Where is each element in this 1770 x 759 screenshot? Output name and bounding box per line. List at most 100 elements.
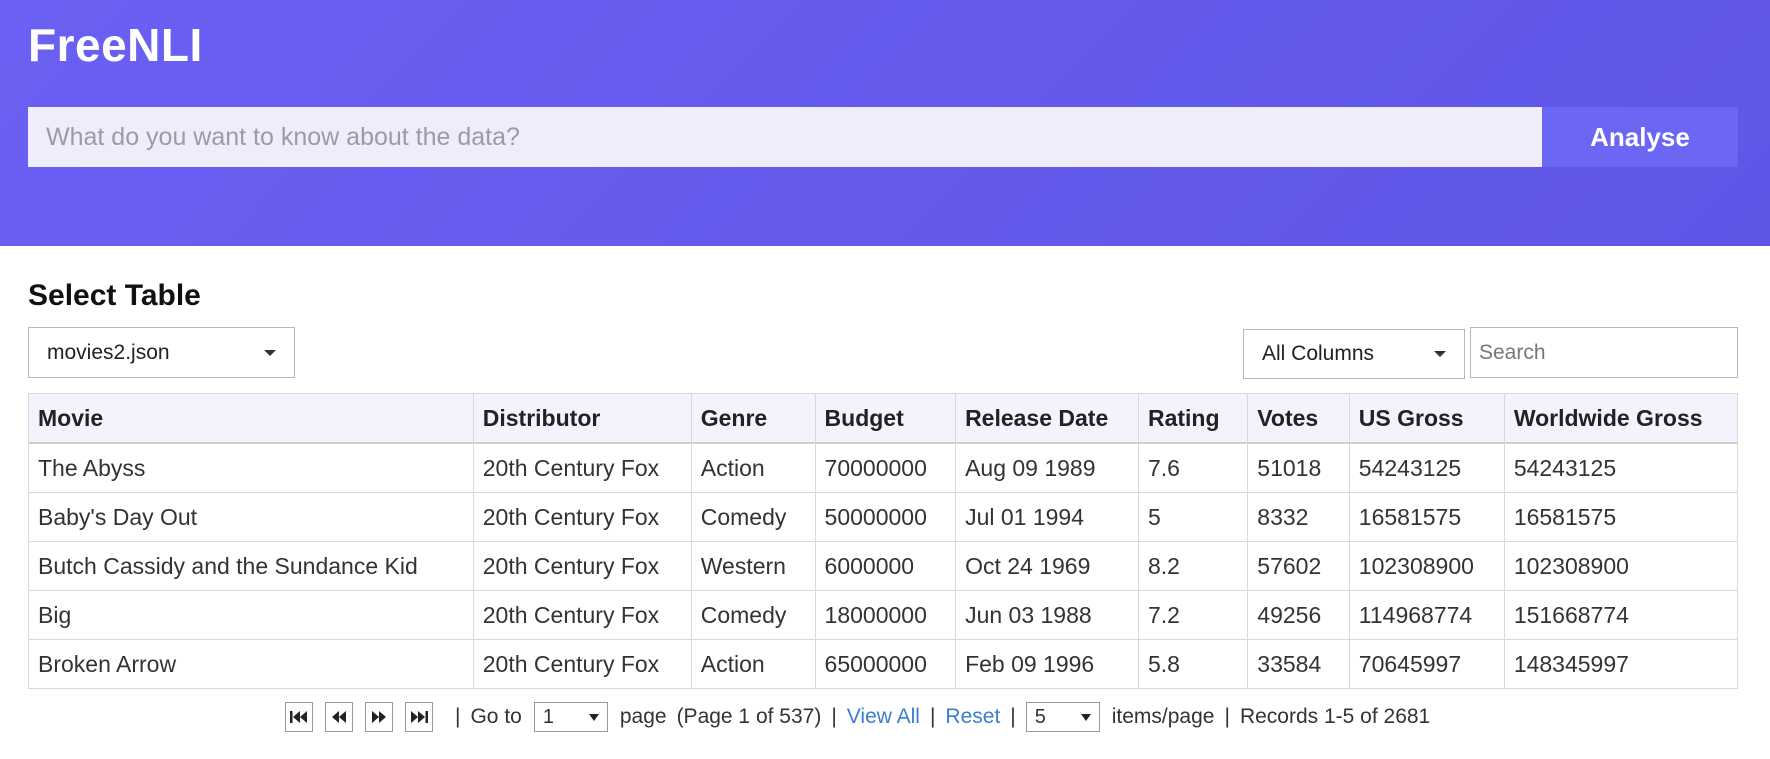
app-header: FreeNLI Analyse bbox=[0, 0, 1770, 246]
table-cell: Action bbox=[690, 442, 816, 493]
table-cell: 70000000 bbox=[814, 442, 957, 493]
separator: | bbox=[929, 705, 936, 728]
page-select[interactable]: 1 bbox=[533, 702, 608, 732]
items-label: items/page bbox=[1111, 705, 1215, 728]
table-cell: 70645997 bbox=[1348, 639, 1505, 689]
table-cell: 65000000 bbox=[814, 639, 957, 689]
table-cell: 50000000 bbox=[814, 492, 957, 542]
view-all-link[interactable]: View All bbox=[847, 705, 920, 729]
table-cell: 8332 bbox=[1247, 492, 1350, 542]
column-header[interactable]: Votes bbox=[1247, 393, 1350, 444]
table-cell: 16581575 bbox=[1503, 492, 1739, 542]
table-cell: 54243125 bbox=[1503, 442, 1739, 493]
app-title: FreeNLI bbox=[28, 19, 203, 71]
items-per-page-select[interactable]: 5 bbox=[1025, 702, 1100, 732]
pagination-bar: | Go to 1 page (Page 1 of 537) | View Al… bbox=[285, 700, 1430, 734]
column-header[interactable]: Release Date bbox=[955, 393, 1139, 444]
page-info: (Page 1 of 537) bbox=[676, 705, 822, 728]
column-header[interactable]: Genre bbox=[690, 393, 816, 444]
column-filter-select[interactable]: All Columns bbox=[1243, 329, 1465, 379]
table-cell: 5 bbox=[1137, 492, 1249, 542]
table-cell: 20th Century Fox bbox=[472, 639, 692, 689]
chevron-down-icon bbox=[588, 714, 599, 721]
column-header[interactable]: Rating bbox=[1137, 393, 1249, 444]
table-cell: Aug 09 1989 bbox=[955, 442, 1139, 493]
table-header-row: Movie Distributor Genre Budget Release D… bbox=[28, 393, 1739, 444]
search-input[interactable] bbox=[1470, 327, 1738, 378]
table-select-value: movies2.json bbox=[47, 340, 170, 364]
last-page-icon bbox=[411, 711, 428, 723]
separator: | bbox=[455, 705, 461, 728]
items-per-page-value: 5 bbox=[1034, 705, 1046, 728]
page-select-value: 1 bbox=[542, 705, 554, 728]
table-cell: 102308900 bbox=[1503, 541, 1739, 591]
records-info: Records 1-5 of 2681 bbox=[1239, 705, 1431, 728]
table-cell: 114968774 bbox=[1348, 590, 1505, 640]
next-page-button[interactable] bbox=[365, 702, 393, 732]
previous-page-button[interactable] bbox=[325, 702, 353, 732]
chevron-down-icon bbox=[264, 349, 276, 356]
separator: | bbox=[1010, 705, 1016, 728]
table-cell: Comedy bbox=[690, 492, 816, 542]
reset-link[interactable]: Reset bbox=[945, 705, 1000, 729]
table-cell: 8.2 bbox=[1137, 541, 1249, 591]
table-cell: Oct 24 1969 bbox=[955, 541, 1139, 591]
table-cell: Action bbox=[690, 639, 816, 689]
table-cell: Baby's Day Out bbox=[28, 492, 474, 542]
table-cell: 51018 bbox=[1247, 442, 1350, 493]
table-row: Butch Cassidy and the Sundance Kid 20th … bbox=[28, 541, 1739, 591]
table-cell: Jun 03 1988 bbox=[955, 590, 1139, 640]
table-cell: Feb 09 1996 bbox=[955, 639, 1139, 689]
first-page-button[interactable] bbox=[285, 702, 313, 732]
table-cell: 148345997 bbox=[1503, 639, 1739, 689]
column-filter-value: All Columns bbox=[1262, 342, 1375, 365]
next-page-icon bbox=[372, 711, 386, 723]
table-cell: Broken Arrow bbox=[28, 639, 474, 689]
table-cell: 151668774 bbox=[1503, 590, 1739, 640]
table-row: Big 20th Century Fox Comedy 18000000 Jun… bbox=[28, 590, 1739, 640]
table-cell: 49256 bbox=[1247, 590, 1350, 640]
first-page-icon bbox=[290, 711, 307, 723]
table-cell: Jul 01 1994 bbox=[955, 492, 1139, 542]
analyse-button[interactable]: Analyse bbox=[1542, 107, 1738, 167]
column-header[interactable]: Distributor bbox=[472, 393, 692, 444]
table-row: Baby's Day Out 20th Century Fox Comedy 5… bbox=[28, 492, 1739, 542]
table-cell: 18000000 bbox=[814, 590, 957, 640]
table-select[interactable]: movies2.json bbox=[28, 327, 295, 378]
table-cell: 20th Century Fox bbox=[472, 541, 692, 591]
last-page-button[interactable] bbox=[405, 702, 433, 732]
table-cell: 5.8 bbox=[1137, 639, 1249, 689]
table-cell: Big bbox=[28, 590, 474, 640]
table-cell: Butch Cassidy and the Sundance Kid bbox=[28, 541, 474, 591]
column-header[interactable]: Worldwide Gross bbox=[1503, 393, 1739, 444]
column-header[interactable]: Movie bbox=[28, 393, 474, 444]
data-table: Movie Distributor Genre Budget Release D… bbox=[28, 393, 1739, 689]
previous-page-icon bbox=[332, 711, 346, 723]
column-header[interactable]: US Gross bbox=[1348, 393, 1505, 444]
table-cell: 102308900 bbox=[1348, 541, 1505, 591]
table-cell: 20th Century Fox bbox=[472, 590, 692, 640]
table-cell: 20th Century Fox bbox=[472, 442, 692, 493]
table-cell: 20th Century Fox bbox=[472, 492, 692, 542]
table-cell: 7.6 bbox=[1137, 442, 1249, 493]
goto-label: Go to bbox=[470, 705, 522, 728]
table-cell: Western bbox=[690, 541, 816, 591]
separator: | bbox=[1224, 705, 1230, 728]
table-cell: 54243125 bbox=[1348, 442, 1505, 493]
table-row: The Abyss 20th Century Fox Action 700000… bbox=[28, 442, 1739, 493]
table-cell: 16581575 bbox=[1348, 492, 1505, 542]
table-cell: The Abyss bbox=[28, 442, 474, 493]
chevron-down-icon bbox=[1434, 351, 1446, 357]
table-cell: 57602 bbox=[1247, 541, 1350, 591]
separator: | bbox=[831, 705, 837, 728]
section-title: Select Table bbox=[28, 279, 201, 312]
table-cell: 6000000 bbox=[814, 541, 957, 591]
table-cell: 33584 bbox=[1247, 639, 1350, 689]
chevron-down-icon bbox=[1080, 714, 1091, 721]
table-cell: Comedy bbox=[690, 590, 816, 640]
table-cell: 7.2 bbox=[1137, 590, 1249, 640]
query-input[interactable] bbox=[28, 107, 1542, 167]
query-bar: Analyse bbox=[28, 107, 1738, 167]
page-label: page bbox=[619, 705, 667, 728]
column-header[interactable]: Budget bbox=[814, 393, 957, 444]
